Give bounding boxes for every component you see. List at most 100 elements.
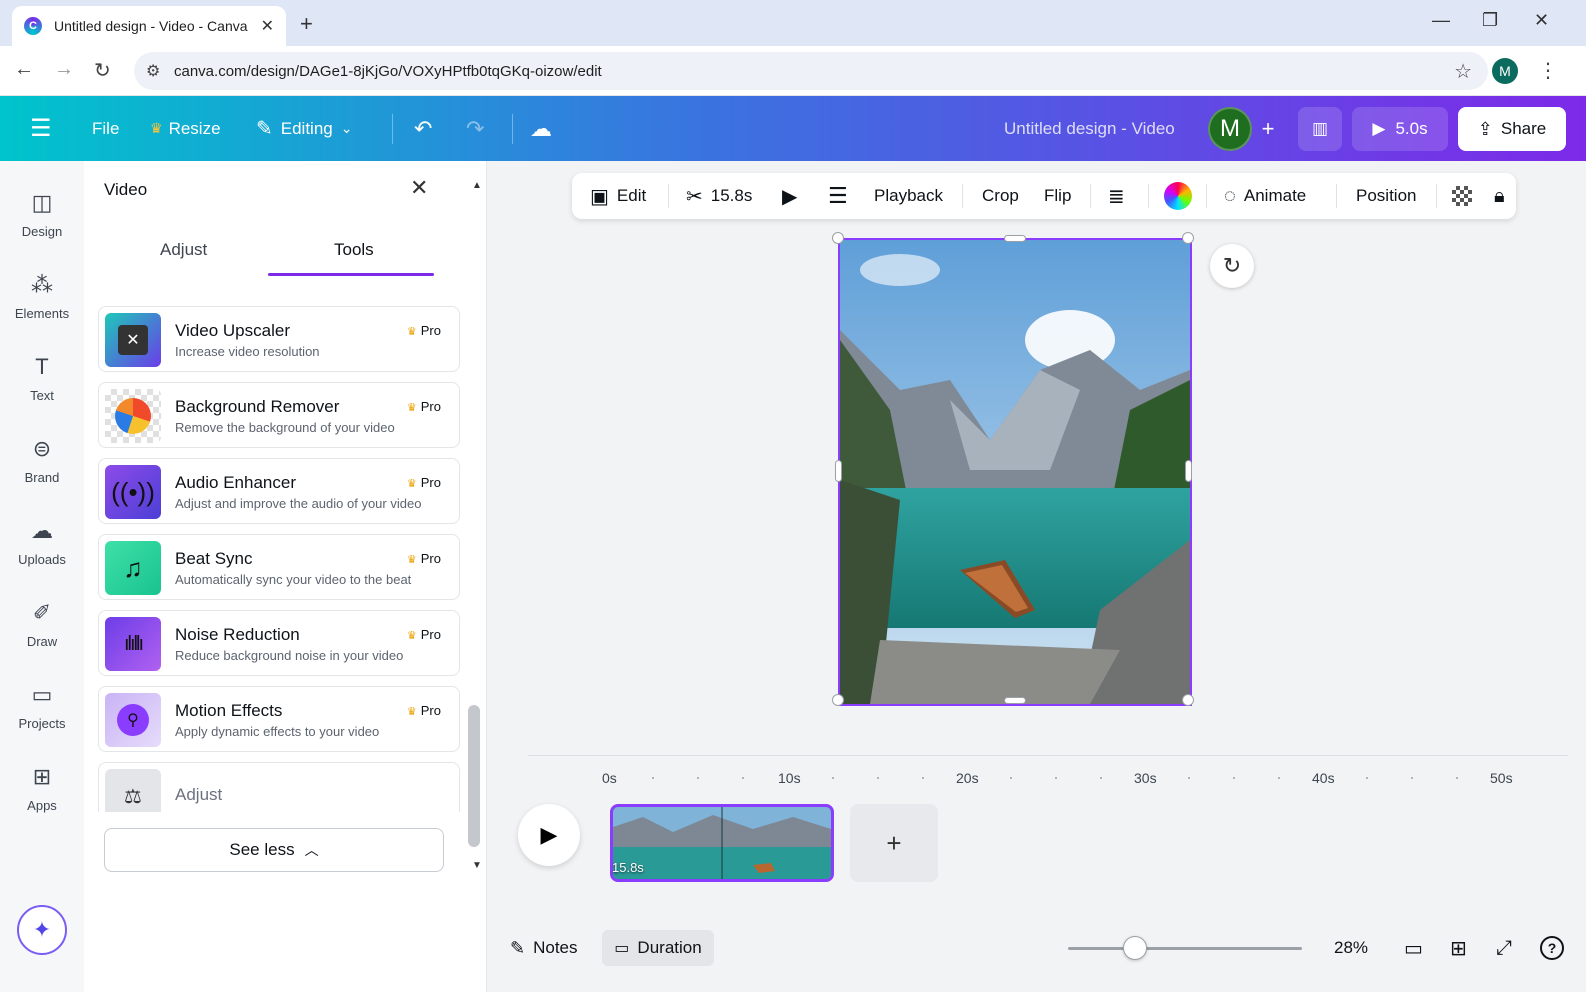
add-clip-button[interactable]: + bbox=[850, 804, 938, 882]
undo-icon[interactable]: ↶ bbox=[414, 96, 432, 161]
active-tab-indicator bbox=[268, 273, 434, 276]
zoom-percentage[interactable]: 28% bbox=[1334, 930, 1368, 966]
crop-button[interactable]: Crop bbox=[982, 173, 1019, 219]
color-wheel-button[interactable] bbox=[1164, 173, 1192, 219]
present-button[interactable]: ▶ 5.0s bbox=[1352, 107, 1448, 151]
magic-sparkle-button[interactable]: ✦ bbox=[17, 905, 67, 955]
crown-icon: ♛ bbox=[406, 630, 417, 642]
url-field[interactable]: ⚙ canva.com/design/DAGe1-8jKjGo/VOXyHPtf… bbox=[134, 52, 1488, 90]
minimize-icon[interactable]: — bbox=[1432, 10, 1450, 31]
cloud-save-icon[interactable]: ☁ bbox=[530, 96, 552, 161]
rail-item-projects[interactable]: ▭ Projects bbox=[0, 682, 84, 731]
rail-item-brand[interactable]: ⊜ Brand bbox=[0, 436, 84, 485]
tool-card-audio-enhancer[interactable]: ((•)) Audio Enhancer Adjust and improve … bbox=[98, 458, 460, 524]
close-panel-icon[interactable]: ✕ bbox=[410, 175, 428, 201]
tool-card-motion-effects[interactable]: ⚲ Motion Effects Apply dynamic effects t… bbox=[98, 686, 460, 752]
grid-view-icon[interactable]: ⊞ bbox=[1450, 930, 1467, 966]
redo-icon[interactable]: ↷ bbox=[466, 96, 484, 161]
page-view-icon[interactable]: ▭ bbox=[1404, 930, 1423, 966]
edit-button[interactable]: ▣ Edit bbox=[590, 173, 646, 219]
chevron-down-icon: ⌄ bbox=[340, 120, 353, 136]
tab-adjust[interactable]: Adjust bbox=[160, 240, 207, 260]
duration-button[interactable]: ▭ Duration bbox=[602, 930, 714, 966]
resize-handle-left[interactable] bbox=[835, 460, 842, 482]
crown-icon: ♛ bbox=[150, 120, 163, 136]
resize-handle-bottom[interactable] bbox=[1004, 697, 1026, 704]
rail-item-apps[interactable]: ⊞ Apps bbox=[0, 764, 84, 813]
toolbar-divider bbox=[962, 184, 963, 208]
timeline-play-button[interactable]: ▶ bbox=[518, 804, 580, 866]
pro-label: Pro bbox=[420, 475, 441, 490]
restore-icon[interactable]: ❐ bbox=[1482, 10, 1498, 31]
close-tab-icon[interactable]: ✕ bbox=[261, 16, 274, 36]
invite-plus-icon[interactable]: + bbox=[1250, 107, 1286, 151]
fullscreen-icon[interactable]: ⤢ bbox=[1496, 930, 1512, 966]
file-menu-button[interactable]: File bbox=[92, 96, 119, 161]
video-playback-icon[interactable]: ▶︎ bbox=[782, 173, 797, 219]
resize-handle-bottom-left[interactable] bbox=[832, 694, 844, 706]
browser-profile-avatar[interactable]: M bbox=[1492, 58, 1518, 84]
resize-button[interactable]: ♛ Resize bbox=[150, 96, 221, 161]
rail-item-design[interactable]: ◫ Design bbox=[0, 190, 84, 239]
panel-scrollbar-thumb[interactable] bbox=[468, 705, 480, 847]
crown-icon: ♛ bbox=[406, 478, 417, 490]
resize-handle-bottom-right[interactable] bbox=[1182, 694, 1194, 706]
insights-chart-icon[interactable]: ▥ bbox=[1298, 107, 1342, 151]
rail-item-draw[interactable]: ✐ Draw bbox=[0, 600, 84, 649]
help-button[interactable]: ? bbox=[1540, 930, 1564, 966]
main-menu-icon[interactable]: ☰ bbox=[30, 96, 52, 161]
volume-bars-icon[interactable]: ☰ bbox=[828, 173, 848, 219]
lock-icon[interactable]: 🔒︎ bbox=[1494, 173, 1505, 219]
animate-button[interactable]: ◌ Animate bbox=[1224, 173, 1306, 219]
scroll-down-arrow-icon[interactable]: ▼ bbox=[472, 860, 482, 871]
browser-tab[interactable]: C Untitled design - Video - Canva ✕ bbox=[12, 6, 286, 46]
rail-item-elements[interactable]: ⁂ Elements bbox=[0, 272, 84, 321]
reload-icon[interactable]: ↻ bbox=[94, 58, 111, 83]
upload-share-icon: ⇪ bbox=[1477, 118, 1493, 139]
timeline-tick-label: 40s bbox=[1312, 770, 1335, 786]
document-title[interactable]: Untitled design - Video bbox=[1004, 96, 1175, 161]
transparency-button[interactable] bbox=[1452, 173, 1472, 219]
selected-video-element[interactable] bbox=[838, 238, 1192, 706]
resize-handle-top-right[interactable] bbox=[1182, 232, 1194, 244]
tool-card-noise-reduction[interactable]: ılıllı Noise Reduction Reduce background… bbox=[98, 610, 460, 676]
transparency-checker-icon bbox=[1452, 186, 1472, 206]
browser-menu-icon[interactable]: ⋮ bbox=[1538, 58, 1558, 83]
resize-handle-top[interactable] bbox=[1004, 235, 1026, 242]
resize-handle-right[interactable] bbox=[1185, 460, 1192, 482]
site-info-icon[interactable]: ⚙ bbox=[146, 61, 160, 81]
rail-label: Brand bbox=[24, 470, 60, 485]
back-icon[interactable]: ← bbox=[14, 58, 34, 81]
rail-item-uploads[interactable]: ☁ Uploads bbox=[0, 518, 84, 567]
timeline-tick-label: 30s bbox=[1134, 770, 1157, 786]
user-avatar[interactable]: M bbox=[1208, 107, 1252, 151]
resize-handle-top-left[interactable] bbox=[832, 232, 844, 244]
window-close-icon[interactable]: ✕ bbox=[1534, 10, 1549, 31]
scroll-up-arrow-icon[interactable]: ▲ bbox=[472, 180, 482, 191]
tool-card-adjust[interactable]: ⚖ Adjust bbox=[98, 762, 460, 812]
tab-tools[interactable]: Tools bbox=[334, 240, 374, 260]
notes-button[interactable]: ✎ Notes bbox=[510, 930, 578, 966]
editing-mode-button[interactable]: ✎ Editing ⌄ bbox=[256, 96, 352, 161]
new-tab-icon[interactable]: + bbox=[300, 11, 313, 37]
draw-pen-icon: ✐ bbox=[32, 600, 52, 625]
tool-card-beat-sync[interactable]: ♫ Beat Sync Automatically sync your vide… bbox=[98, 534, 460, 600]
playback-button[interactable]: Playback bbox=[874, 173, 943, 219]
share-button[interactable]: ⇪ Share bbox=[1458, 107, 1566, 151]
rail-item-text[interactable]: T Text bbox=[0, 354, 84, 403]
adjust-lines-icon[interactable]: ≣ bbox=[1108, 173, 1125, 219]
toolbar-divider bbox=[1090, 184, 1091, 208]
zoom-slider-knob[interactable] bbox=[1123, 936, 1147, 960]
pro-badge: ♛ Pro bbox=[407, 551, 441, 566]
flip-button[interactable]: Flip bbox=[1044, 173, 1071, 219]
tool-card-video-upscaler[interactable]: ✕ Video Upscaler Increase video resoluti… bbox=[98, 306, 460, 372]
text-icon: T bbox=[35, 354, 49, 379]
zoom-slider-track[interactable] bbox=[1068, 947, 1302, 950]
bookmark-star-icon[interactable]: ☆ bbox=[1454, 59, 1472, 84]
see-less-button[interactable]: See less ︿ bbox=[104, 828, 444, 872]
position-button[interactable]: Position bbox=[1356, 173, 1416, 219]
tool-card-background-remover[interactable]: Background Remover Remove the background… bbox=[98, 382, 460, 448]
trim-button[interactable]: ✂ 15.8s bbox=[686, 173, 752, 219]
forward-icon[interactable]: → bbox=[54, 58, 74, 81]
rotate-icon[interactable]: ↻ bbox=[1210, 244, 1254, 288]
